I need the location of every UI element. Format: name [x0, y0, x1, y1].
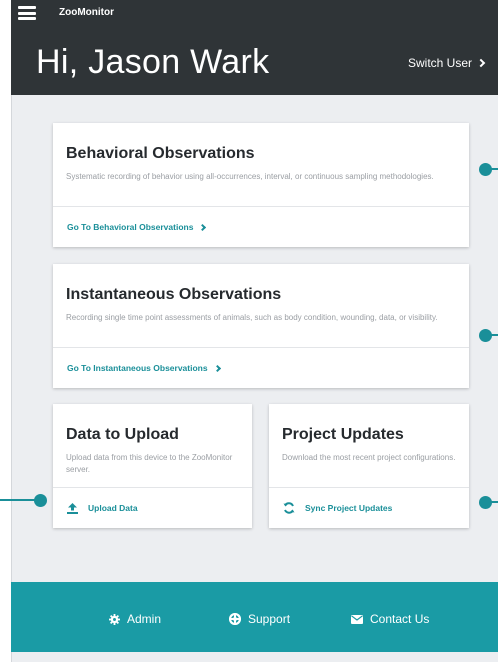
contact-us-link[interactable]: Contact Us	[351, 612, 429, 626]
chevron-right-icon	[213, 364, 221, 372]
upload-data-button[interactable]: Upload Data	[53, 487, 252, 528]
card-description: Upload data from this device to the ZooM…	[66, 453, 233, 474]
switch-user-button[interactable]: Switch User	[407, 56, 486, 70]
lifebuoy-icon	[229, 613, 241, 625]
upload-data-label: Upload Data	[88, 503, 138, 513]
instantaneous-observations-card: Instantaneous Observations Recording sin…	[53, 264, 469, 388]
project-updates-card: Project Updates Download the most recent…	[269, 404, 469, 528]
go-to-behavioral-link[interactable]: Go To Behavioral Observations	[53, 206, 469, 247]
link-label: Go To Instantaneous Observations	[67, 363, 208, 373]
card-title: Instantaneous Observations	[66, 286, 282, 303]
sync-project-updates-button[interactable]: Sync Project Updates	[269, 487, 469, 528]
annotation-line	[486, 501, 498, 503]
go-to-instantaneous-link[interactable]: Go To Instantaneous Observations	[53, 347, 469, 388]
header-bar: ZooMonitor Hi, Jason Wark Switch User	[11, 0, 498, 95]
support-link[interactable]: Support	[229, 612, 290, 626]
switch-user-label: Switch User	[407, 56, 472, 70]
chevron-right-icon	[199, 223, 207, 231]
gear-icon	[109, 613, 120, 625]
card-description: Download the most recent project configu…	[282, 453, 456, 462]
card-description: Systematic recording of behavior using a…	[66, 172, 434, 181]
admin-link[interactable]: Admin	[109, 612, 161, 626]
chevron-right-icon	[476, 58, 486, 68]
sync-updates-label: Sync Project Updates	[305, 503, 393, 513]
sync-icon	[283, 502, 295, 514]
annotation-line	[0, 499, 38, 501]
menu-icon[interactable]	[18, 6, 36, 20]
card-title: Project Updates	[282, 426, 404, 443]
envelope-icon	[351, 614, 363, 624]
support-label: Support	[248, 612, 291, 626]
footer-bar: Admin Support Contact Us	[11, 582, 498, 652]
card-title: Data to Upload	[66, 426, 179, 443]
link-label: Go To Behavioral Observations	[67, 222, 194, 232]
behavioral-observations-card: Behavioral Observations Systematic recor…	[53, 123, 469, 247]
annotation-line	[486, 168, 498, 170]
contact-us-label: Contact Us	[370, 612, 430, 626]
data-to-upload-card: Data to Upload Upload data from this dev…	[53, 404, 252, 528]
app-name: ZooMonitor	[59, 7, 114, 18]
upload-icon	[67, 502, 78, 514]
card-description: Recording single time point assessments …	[66, 313, 438, 322]
admin-label: Admin	[127, 612, 162, 626]
card-title: Behavioral Observations	[66, 145, 255, 162]
annotation-line	[486, 334, 498, 336]
greeting-title: Hi, Jason Wark	[36, 43, 270, 81]
